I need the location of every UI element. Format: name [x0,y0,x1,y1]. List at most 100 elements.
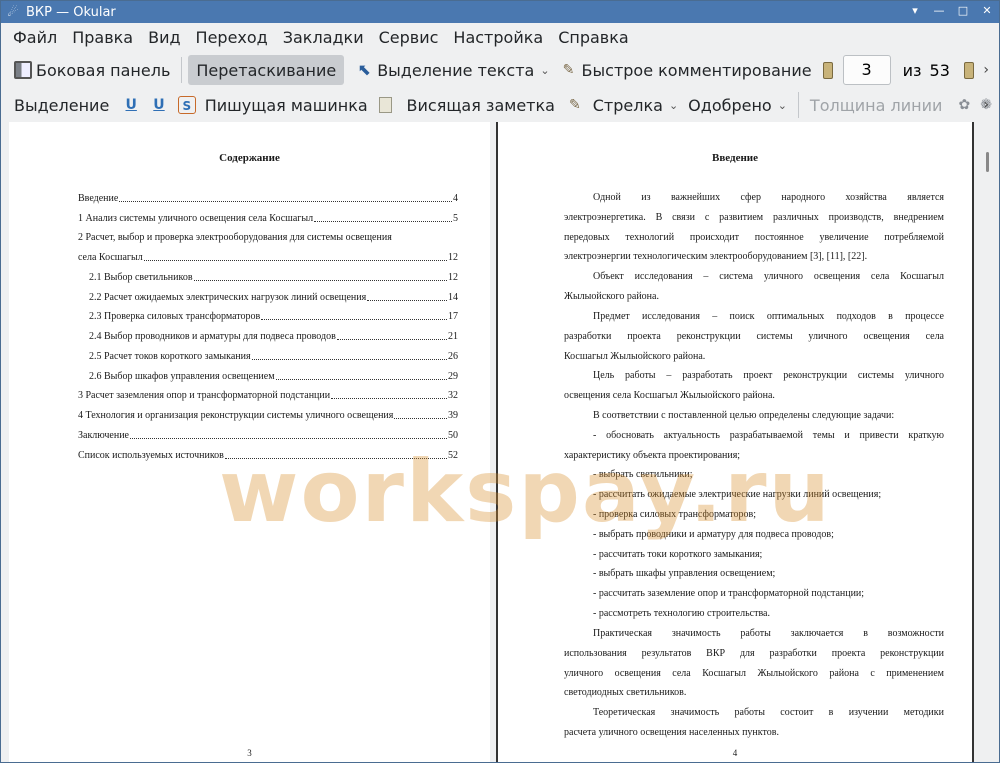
annotation-toolbar: Выделение U U S Пишущая машинка Висящая … [1,88,999,122]
toc-entry[interactable]: 2.3 Проверка силовых трансформаторов 17 [89,310,458,323]
toc-entry[interactable]: 2.5 Расчет токов короткого замыкания 26 [89,350,458,363]
toc-entry[interactable]: 1 Анализ системы уличного освещения села… [78,212,458,225]
toc-entry-page: 29 [448,371,458,382]
arrow-button[interactable]: Стрелка ⌄ [588,90,683,120]
text-line: расчета уличного освещения населенных пу… [564,726,779,738]
text-line: светодиодных светильников. [564,687,687,699]
toc-entry-text: 2 Расчет, выбор и проверка электрооборуд… [78,232,392,243]
toc-entry[interactable]: 2.1 Выбор светильников 12 [89,271,458,284]
menu-go[interactable]: Переход [190,28,274,47]
page-footer-number: 3 [247,748,252,758]
text-line: Косшагыл Жылыойского района. [564,350,706,362]
toolbar-overflow-icon[interactable]: › [983,62,989,78]
sidebar-button[interactable]: Боковая панель [9,55,175,85]
toc-entry[interactable]: 2.4 Выбор проводников и арматуры для под… [89,330,458,343]
toc-entry[interactable]: 2.2 Расчет ожидаемых электрических нагру… [89,291,458,304]
toc-entry-page: 52 [448,450,458,461]
squiggle-underline-icon[interactable]: U [150,96,168,114]
toc-entry[interactable]: 4 Технология и организация реконструкции… [78,409,458,422]
color-picker-icon[interactable]: ✿ [955,96,973,114]
toc-entry-text: 4 Технология и организация реконструкции… [78,410,394,421]
theoretical-significance-paragraph: Теоретическая значимость работы состоит … [564,703,944,743]
toc-leader [193,271,447,281]
page-footer-number: 4 [732,748,738,758]
title-bar: ☄ ВКР — Okular ▾ — □ ✕ [1,1,999,23]
chevron-down-icon[interactable]: ⌄ [669,99,678,112]
toolbar-separator [181,57,183,83]
minimize-button-icon[interactable]: — [933,4,945,18]
text-select-button[interactable]: ⬉ Выделение текста ⌄ [350,55,554,85]
menu-tools[interactable]: Сервис [373,28,445,47]
toc-leader [275,370,447,380]
toc-leader [119,192,452,202]
toc-entry-text: 1 Анализ системы уличного освещения села… [78,213,314,224]
underline-icon[interactable]: U [122,96,140,114]
minimize-icon[interactable]: ▾ [909,4,921,18]
pinned-note-button[interactable]: Висящая заметка [402,90,560,120]
text-line: освещения села Косшагыл Жылыойского райо… [564,389,775,401]
intro-paragraph-1: Одной из важнейших сфер народного хозяйс… [564,188,944,267]
document-page-4: Введение Одной из важнейших сфер народно… [496,122,974,762]
toc-entry[interactable]: 2 Расчет, выбор и проверка электрооборуд… [78,231,458,244]
quick-comment-label: Быстрое комментирование [581,60,812,80]
menu-help[interactable]: Справка [552,28,635,47]
main-toolbar: Боковая панель Перетаскивание ⬉ Выделени… [1,53,999,87]
drag-mode-button[interactable]: Перетаскивание [188,55,345,85]
text-line: - выбрать проводники и арматуру для подв… [593,528,834,540]
text-line: характеристику объекта проектирования; [564,449,741,461]
toc-entry[interactable]: села Косшагыл 12 [78,251,458,264]
text-line: - рассчитать токи короткого замыкания; [593,548,763,560]
toc-entry[interactable]: Заключение 50 [78,429,458,442]
drag-mode-label: Перетаскивание [196,60,337,80]
text-select-label: Выделение текста [377,60,535,80]
toc-entry[interactable]: 2.6 Выбор шкафов управления освещением 29 [89,370,458,383]
menu-view[interactable]: Вид [142,28,186,47]
chevron-down-icon[interactable]: ⌄ [540,64,549,77]
toc-leader [367,291,447,301]
toc-entry-page: 5 [453,213,458,224]
quick-comment-button[interactable]: ✎ Быстрое комментирование [555,55,817,85]
page-total: 53 [929,60,950,80]
pinned-note-label: Висящая заметка [406,95,555,115]
typewriter-button[interactable]: Пишущая машинка [200,90,373,120]
approved-stamp-button[interactable]: Одобрено ⌄ [683,90,792,120]
document-view[interactable]: Содержание Введение 4 1 Анализ системы ул… [1,122,999,762]
scrollbar-thumb[interactable] [986,152,989,172]
close-icon[interactable]: ✕ [981,4,993,18]
text-line: разработки проекта реконструкции системы… [564,330,944,342]
toc-leader [336,330,447,340]
menu-bookmarks[interactable]: Закладки [277,28,370,47]
highlight-button[interactable]: Выделение [9,90,114,120]
note-icon[interactable] [378,97,392,113]
next-page-icon[interactable] [963,61,974,79]
text-line: Одной из важнейших сфер народного хозяйс… [593,192,944,203]
text-line: В соответствии с поставленной целью опре… [593,410,895,421]
text-line: - рассчитать ожидаемые электрические наг… [593,489,882,501]
menu-edit[interactable]: Правка [66,28,139,47]
menu-file[interactable]: Файл [7,28,63,47]
window-title: ВКР — Okular [26,4,116,20]
toc-leader [224,449,447,459]
text-line: Цель работы – разработать проект реконст… [593,370,944,381]
toc-entry-page: 12 [448,272,458,283]
chevron-down-icon[interactable]: ⌄ [778,99,787,112]
line-width-button[interactable]: Толщина линии [805,90,948,120]
text-line: - выбрать шкафы управления освещением; [593,568,776,580]
arrow-tool-icon[interactable]: ✎ [566,96,584,114]
toc-entry-text: 2.2 Расчет ожидаемых электрических нагру… [89,292,367,303]
strikeout-icon[interactable]: S [177,96,196,114]
vertical-scrollbar[interactable] [977,122,999,762]
okular-app-icon: ☄ [7,5,19,19]
toc-entry-text: 2.3 Проверка силовых трансформаторов [89,311,261,322]
toc-entry[interactable]: Список используемых источников 52 [78,449,458,462]
toolbar-overflow-icon[interactable]: › [983,97,989,113]
toc-entry[interactable]: 3 Расчет заземления опор и трансформатор… [78,389,458,402]
typewriter-label: Пишущая машинка [204,95,368,115]
previous-page-icon[interactable] [822,61,833,79]
maximize-icon[interactable]: □ [957,4,969,18]
toc-entry[interactable]: Введение 4 [78,192,458,205]
page-number-input[interactable]: 3 [842,55,891,85]
text-line: использования результатов ВКР для разраб… [564,647,944,659]
text-line: - выбрать светильники; [593,469,693,481]
menu-settings[interactable]: Настройка [447,28,549,47]
